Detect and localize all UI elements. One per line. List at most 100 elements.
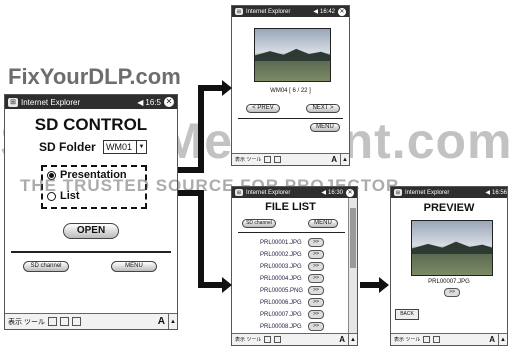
arrow-head-icon [222,277,232,293]
toolbar-icon[interactable] [423,336,431,343]
file-row[interactable]: PRL00004.JPG >> [260,274,324,283]
windows-flag-icon[interactable]: ⊞ [235,8,243,15]
slide-caption: WM04 [ 6 / 22 ] [270,88,311,94]
flow-arrow-down [198,190,204,288]
go-button[interactable]: >> [308,238,324,247]
file-row[interactable]: PRL00002.JPG >> [260,250,324,259]
go-button[interactable]: >> [308,322,324,331]
windows-flag-icon[interactable]: ⊞ [8,97,18,107]
bottom-bar: 表示 ツール A ▲ [232,333,357,345]
go-button[interactable]: >> [308,262,324,271]
scrollbar-thumb[interactable] [350,208,356,268]
menu-text[interactable]: 表示 ツール [235,156,261,163]
clock: 16:30 [327,189,343,196]
keyboard-toggle-icon[interactable]: ▲ [348,334,357,345]
menu-text[interactable]: 表示 ツール [394,336,420,343]
preview-image [411,220,493,276]
bottom-bar: 表示 ツール A ▲ [232,153,349,165]
file-row[interactable]: PRL00003.JPG >> [260,262,324,271]
font-size-button[interactable]: A [158,316,165,327]
go-button[interactable]: >> [308,310,324,319]
toolbar-icon[interactable] [59,317,69,326]
file-row[interactable]: PRL00008.JPG >> [260,322,324,331]
page-title: PREVIEW [423,202,475,214]
prev-button[interactable]: < PREV [246,104,280,113]
font-size-button[interactable]: A [331,155,337,164]
toolbar-icon[interactable] [47,317,57,326]
presentation-screen: ⊞ Internet Explorer ◀ 16:42 ✕ WM04 [ 6 /… [231,5,350,166]
menu-button[interactable]: MENU [308,219,338,228]
file-row[interactable]: PRL00007.JPG >> [260,310,324,319]
flow-arrow-right [360,282,380,288]
go-button[interactable]: >> [444,288,460,297]
windows-flag-icon[interactable]: ⊞ [394,189,402,196]
go-button[interactable]: >> [308,274,324,283]
speaker-icon[interactable]: ◀ [313,8,318,15]
toolbar-icon[interactable] [274,336,282,343]
menu-text[interactable]: 表示 ツール [235,336,261,343]
file-name[interactable]: PRL00004.JPG [260,276,302,282]
go-button[interactable]: >> [308,286,324,295]
app-name: Internet Explorer [21,97,81,107]
file-name[interactable]: PRL00008.JPG [260,324,302,330]
file-row[interactable]: PRL00001.JPG >> [260,238,324,247]
toolbar-icon[interactable] [433,336,441,343]
speaker-icon[interactable]: ◀ [485,189,490,196]
image-caption: PRL00007.JPG [428,279,470,285]
sd-control-screen: ⊞ Internet Explorer ◀ 16:5 ✕ SD CONTROL … [4,94,178,330]
sd-channel-button[interactable]: SD channel [242,219,276,228]
file-row[interactable]: PRL00005.PNG >> [260,286,324,295]
keyboard-toggle-icon[interactable]: ▲ [168,314,177,329]
file-name[interactable]: PRL00003.JPG [260,264,302,270]
speaker-icon[interactable]: ◀ [137,98,143,107]
file-name[interactable]: PRL00001.JPG [260,240,302,246]
file-name[interactable]: PRL00007.JPG [260,312,302,318]
file-name[interactable]: PRL00005.PNG [260,288,303,294]
keyboard-toggle-icon[interactable]: ▲ [340,154,349,165]
font-size-button[interactable]: A [339,335,345,344]
file-name[interactable]: PRL00006.JPG [260,300,302,306]
open-button[interactable]: OPEN [63,223,119,239]
flow-arrow-up [198,85,224,91]
page-title: FILE LIST [265,201,316,213]
menu-button[interactable]: MENU [111,261,157,272]
windows-flag-icon[interactable]: ⊞ [235,189,243,196]
go-button[interactable]: >> [308,250,324,259]
menu-text[interactable]: 表示 ツール [8,317,45,327]
title-bar: ⊞ Internet Explorer ◀ 16:30 ✕ [232,187,357,198]
toolbar-icon[interactable] [264,156,272,163]
close-icon[interactable]: ✕ [346,188,354,197]
app-name: Internet Explorer [405,189,450,196]
title-bar: ⊞ Internet Explorer ◀ 16:56 [391,187,507,198]
menu-button[interactable]: MENU [310,123,340,132]
title-bar: ⊞ Internet Explorer ◀ 16:5 ✕ [5,95,177,109]
sd-folder-select[interactable]: WM01 ▼ [103,140,147,154]
divider [238,232,345,233]
next-button[interactable]: NEXT > [306,104,340,113]
close-icon[interactable]: ✕ [338,7,346,16]
font-size-button[interactable]: A [489,335,495,344]
toolbar-icon[interactable] [71,317,81,326]
clock: 16:42 [319,8,335,15]
clock: 16:56 [491,189,507,196]
file-list-screen: ⊞ Internet Explorer ◀ 16:30 ✕ FILE LIST … [231,186,358,346]
file-row[interactable]: PRL00006.JPG >> [260,298,324,307]
file-name[interactable]: PRL00002.JPG [260,252,302,258]
sd-folder-label: SD Folder [39,140,96,154]
toolbar-icon[interactable] [264,336,272,343]
arrow-head-icon [379,277,389,293]
sd-channel-button[interactable]: SD channel [23,261,69,272]
flow-arrow-down [198,282,224,288]
scrollbar[interactable] [348,198,357,333]
sd-folder-value: WM01 [106,142,133,152]
toolbar-icon[interactable] [274,156,282,163]
keyboard-toggle-icon[interactable]: ▲ [498,334,507,345]
back-button[interactable]: BACK [395,309,419,320]
divider [238,118,343,119]
app-name: Internet Explorer [246,8,291,15]
arrow-head-icon [222,80,232,96]
go-button[interactable]: >> [308,298,324,307]
speaker-icon[interactable]: ◀ [321,189,326,196]
watermark-top: FixYourDLP.com [8,64,181,89]
close-icon[interactable]: ✕ [164,97,174,107]
